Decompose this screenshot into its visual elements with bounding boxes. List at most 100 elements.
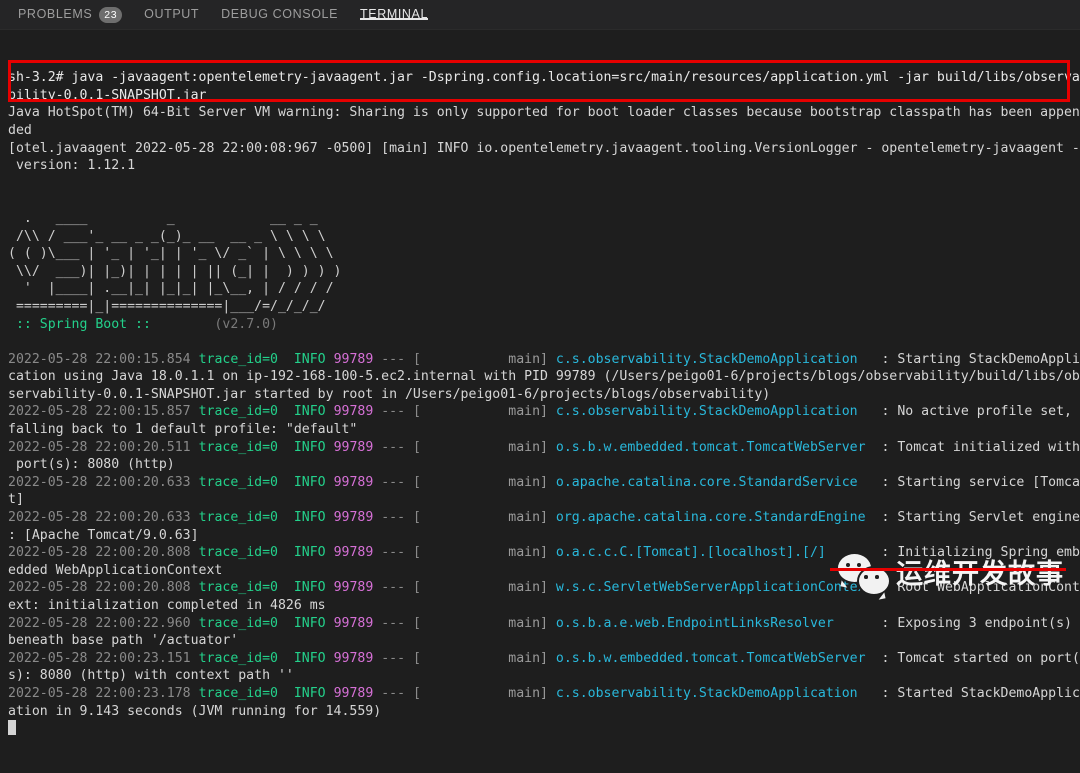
spring-banner-line: ' |____| .__|_| |_|_| |_\__, | / / / / — [8, 280, 1080, 298]
log-logger: o.apache.catalina.core.StandardService — [547, 474, 858, 490]
log-message-wrap-0: beneath base path '/actuator' — [8, 633, 239, 649]
log-separator: --- [ — [373, 580, 421, 596]
log-separator: --- [ — [373, 404, 421, 420]
spring-banner-ascii-0: . ____ _ __ _ _ — [8, 210, 318, 226]
log-separator: --- [ — [373, 474, 421, 490]
spring-banner-footer: :: Spring Boot :: (v2.7.0) — [8, 316, 1080, 334]
terminal-command-line[interactable]: sh-3.2# java -javaagent:opentelemetry-ja… — [8, 69, 1080, 87]
log-separator: --- [ — [373, 615, 421, 631]
log-trace-id: trace_id=0 — [198, 474, 278, 490]
log-pid: 99789 — [333, 545, 374, 561]
otel-agent-line-wrap: version: 1.12.1 — [8, 157, 1080, 175]
log-message: : Exposing 3 endpoint(s) — [833, 615, 1072, 631]
log-timestamp: 2022-05-28 22:00:20.511 — [8, 439, 199, 455]
log-entry-line: 2022-05-28 22:00:20.808 trace_id=0 INFO … — [8, 544, 1080, 562]
log-pid: 99789 — [333, 351, 374, 367]
log-trace-id: trace_id=0 — [198, 685, 278, 701]
tab-problems[interactable]: PROBLEMS 23 — [18, 0, 123, 30]
log-timestamp: 2022-05-28 22:00:20.808 — [8, 545, 199, 561]
log-thread: main] — [420, 351, 548, 367]
tab-debug-console[interactable]: DEBUG CONSOLE — [221, 0, 338, 30]
log-trace-id: trace_id=0 — [198, 545, 278, 561]
log-trace-id: trace_id=0 — [198, 439, 278, 455]
log-timestamp: 2022-05-28 22:00:20.808 — [8, 580, 199, 596]
log-message: : Starting service [Tomca — [857, 474, 1080, 490]
log-logger: o.a.c.c.C.[Tomcat].[localhost].[/] — [547, 545, 826, 561]
log-entry-line: 2022-05-28 22:00:20.633 trace_id=0 INFO … — [8, 474, 1080, 492]
log-pid: 99789 — [333, 580, 374, 596]
tab-output[interactable]: OUTPUT — [144, 0, 199, 30]
log-logger: c.s.observability.StackDemoApplication — [547, 351, 858, 367]
log-level: INFO — [293, 439, 326, 455]
log-level: INFO — [293, 510, 326, 526]
tab-label: OUTPUT — [144, 6, 200, 21]
log-entry-wrap-line: edded WebApplicationContext — [8, 562, 1080, 580]
log-level: INFO — [293, 650, 326, 666]
spring-banner-line: =========|_|==============|___/=/_/_/_/ — [8, 298, 1080, 316]
log-logger: c.s.observability.StackDemoApplication — [547, 404, 858, 420]
log-entry-wrap-line: t] — [8, 491, 1080, 509]
log-separator: --- [ — [373, 650, 421, 666]
log-timestamp: 2022-05-28 22:00:22.960 — [8, 615, 199, 631]
panel-tab-bar: PROBLEMS 23 OUTPUT DEBUG CONSOLE TERMINAL — [0, 0, 1080, 30]
log-level: INFO — [293, 474, 326, 490]
terminal-command-line-wrap[interactable]: bility-0.0.1-SNAPSHOT.jar — [8, 87, 1080, 105]
log-message: : Starting Servlet engine — [865, 510, 1080, 526]
terminal-output[interactable]: sh-3.2# java -javaagent:opentelemetry-ja… — [0, 30, 1080, 736]
log-entry-wrap-line: : [Apache Tomcat/9.0.63] — [8, 527, 1080, 545]
log-pid: 99789 — [333, 650, 374, 666]
tab-label: TERMINAL — [360, 6, 429, 21]
log-thread: main] — [420, 580, 548, 596]
log-message: : Starting StackDemoAppli — [857, 351, 1080, 367]
log-pid: 99789 — [333, 510, 374, 526]
log-level: INFO — [293, 404, 326, 420]
log-entry-line: 2022-05-28 22:00:15.857 trace_id=0 INFO … — [8, 403, 1080, 421]
log-entry-line: 2022-05-28 22:00:20.633 trace_id=0 INFO … — [8, 509, 1080, 527]
log-entry-line: 2022-05-28 22:00:20.511 trace_id=0 INFO … — [8, 439, 1080, 457]
log-message: : Started StackDemoApplic — [857, 685, 1080, 701]
log-trace-id: trace_id=0 — [198, 650, 278, 666]
log-message-wrap-0: t] — [8, 492, 24, 508]
otel-agent-version: version: 1.12.1 — [8, 158, 136, 174]
jvm-warning-text: Java HotSpot(TM) 64-Bit Server VM warnin… — [8, 105, 1080, 121]
log-logger: org.apache.catalina.core.StandardEngine — [547, 510, 866, 526]
log-logger: c.s.observability.StackDemoApplication — [547, 685, 858, 701]
problems-count-badge: 23 — [99, 6, 123, 23]
log-message-wrap-0: ext: initialization completed in 4826 ms — [8, 598, 326, 613]
tab-terminal[interactable]: TERMINAL — [360, 0, 429, 30]
log-level: INFO — [293, 615, 326, 631]
log-thread: main] — [420, 615, 548, 631]
log-timestamp: 2022-05-28 22:00:23.178 — [8, 685, 199, 701]
otel-agent-line: [otel.javaagent 2022-05-28 22:00:08:967 … — [8, 140, 1080, 158]
log-thread: main] — [420, 474, 548, 490]
log-entry-wrap-line: falling back to 1 default profile: "defa… — [8, 421, 1080, 439]
log-entry-wrap-line: port(s): 8080 (http) — [8, 456, 1080, 474]
log-entry-wrap-line: servability-0.0.1-SNAPSHOT.jar started b… — [8, 386, 1080, 404]
log-entry-line: 2022-05-28 22:00:23.178 trace_id=0 INFO … — [8, 685, 1080, 703]
log-logger: o.s.b.w.embedded.tomcat.TomcatWebServer — [547, 439, 866, 455]
spring-banner-ascii-4: ' |____| .__|_| |_|_| |_\__, | / / / / — [8, 281, 334, 297]
log-entry-line: 2022-05-28 22:00:20.808 trace_id=0 INFO … — [8, 579, 1080, 597]
terminal-cursor-line[interactable] — [8, 720, 1080, 738]
log-separator: --- [ — [373, 510, 421, 526]
log-entry-wrap-line: s): 8080 (http) with context path '' — [8, 667, 1080, 685]
log-message-wrap-0: : [Apache Tomcat/9.0.63] — [8, 527, 199, 543]
log-separator: --- [ — [373, 439, 421, 455]
jvm-warning-line-wrap: ded — [8, 122, 1080, 140]
log-pid: 99789 — [333, 685, 374, 701]
log-pid: 99789 — [333, 474, 374, 490]
log-thread: main] — [420, 685, 548, 701]
log-message-wrap-0: falling back to 1 default profile: "defa… — [8, 422, 358, 438]
log-thread: main] — [420, 404, 548, 420]
spring-banner-line: ( ( )\___ | '_ | '_| | '_ \/ _` | \ \ \ … — [8, 245, 1080, 263]
log-separator: --- [ — [373, 545, 421, 561]
log-message: : No active profile set, — [857, 404, 1072, 420]
spring-boot-label: :: Spring Boot :: — [8, 316, 159, 332]
spring-banner-line: \\/ ___)| |_)| | | | | || (_| | ) ) ) ) — [8, 263, 1080, 281]
log-level: INFO — [293, 545, 326, 561]
log-separator: --- [ — [373, 685, 421, 701]
log-entry-line: 2022-05-28 22:00:23.151 trace_id=0 INFO … — [8, 650, 1080, 668]
